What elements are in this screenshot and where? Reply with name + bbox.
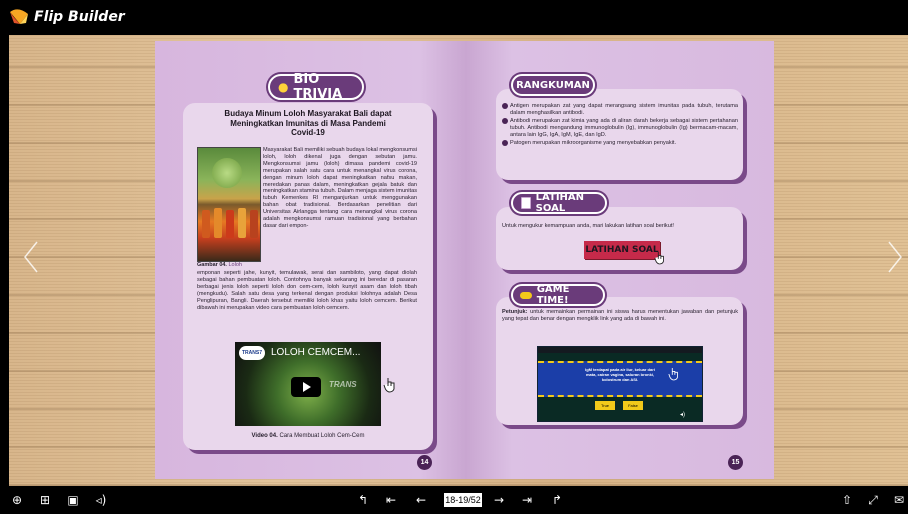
video-player[interactable]: TRANS7 LOLOH CEMCEM... TRANS (235, 342, 381, 426)
image-caption-label: Gambar 04. (197, 262, 227, 268)
bullet-3-icon (502, 139, 508, 146)
article-body-top: Masyarakat Bali memiliki sebuah budaya l… (263, 147, 417, 229)
game-true-label: True (600, 403, 610, 408)
game-false-label: False (628, 403, 638, 408)
video-caption: Video 04. Cara Membuat Loloh Cem-Cem (183, 433, 433, 439)
last-page-icon[interactable]: ⇥ (520, 493, 534, 507)
forward-icon[interactable]: ↱ (550, 493, 564, 507)
article-body-bottom: emponan seperti jahe, kunyit, temulawak,… (197, 270, 417, 311)
bullet-1-icon (502, 103, 508, 109)
game-title: GAME TIME! (536, 284, 570, 306)
gamepad-icon (520, 291, 532, 299)
summary-item: Patogen merupakan mikroorganisme yang me… (502, 139, 738, 147)
game-card: Petunjuk: untuk memainkan permainan ini … (496, 297, 743, 425)
video-caption-text: Cara Membuat Loloh Cem-Cem (279, 433, 365, 439)
quiz-text: Untuk mengukur kemampuan anda, mari laku… (502, 223, 674, 229)
quiz-heading: LATIHAN SOAL (511, 192, 607, 214)
previous-page-icon[interactable]: ← (414, 493, 428, 507)
channel-logo: TRANS7 (239, 346, 265, 360)
image-caption-text: Loloh (228, 262, 242, 268)
next-page-arrow-icon[interactable] (886, 240, 904, 274)
bullet-2-icon (502, 117, 508, 124)
bottom-toolbar: ⊕ ⊞ ▣ ◃) ↰ ⇤ ← 18-19/52 → ⇥ ↱ ⇧ ⤢ ✉ (0, 486, 908, 514)
video-caption-label: Video 04. (251, 433, 278, 439)
image-caption: Gambar 04. Loloh (197, 262, 261, 268)
summary-item: Antigen merupakan zat yang dapat merangs… (502, 103, 738, 117)
play-button[interactable] (291, 377, 321, 397)
share-icon[interactable]: ⇧ (840, 493, 854, 507)
page-number-right: 15 (728, 455, 743, 470)
quiz-card: Untuk mengukur kemampuan anda, mari laku… (496, 207, 743, 270)
game-question-text: IgM terdapat pada air liur, keluar dari … (585, 367, 655, 382)
trivia-card: Budaya Minum Loloh Masyarakat Bali dapat… (183, 103, 433, 450)
slideshow-icon[interactable]: ▣ (66, 493, 80, 507)
next-page-icon[interactable]: → (492, 493, 506, 507)
game-true-button[interactable]: True (595, 401, 615, 410)
previous-page-arrow-icon[interactable] (22, 240, 40, 274)
left-page: ● BIO TRIVIA Budaya Minum Loloh Masyarak… (155, 41, 466, 479)
summary-item-text: Antibodi merupakan zat kimia yang ada di… (510, 117, 738, 138)
clipboard-icon (521, 197, 531, 209)
fullscreen-icon[interactable]: ⤢ (866, 493, 880, 507)
first-page-icon[interactable]: ⇤ (384, 493, 398, 507)
hand-cursor-icon (668, 368, 678, 381)
game-false-button[interactable]: False (623, 401, 643, 410)
play-icon (303, 382, 311, 392)
back-icon[interactable]: ↰ (356, 493, 370, 507)
summary-heading: RANGKUMAN (511, 74, 595, 96)
email-icon[interactable]: ✉ (892, 493, 906, 507)
sound-icon[interactable]: ◂) (680, 411, 685, 418)
top-bar: Flip Builder (0, 0, 908, 35)
game-label: Petunjuk: (502, 309, 528, 315)
game-instructions: Petunjuk: untuk memainkan permainan ini … (502, 309, 738, 323)
game-preview[interactable]: IgM terdapat pada air liur, keluar dari … (537, 346, 703, 422)
loloh-image (197, 147, 261, 262)
latihan-soal-button[interactable]: LATIHAN SOAL (584, 241, 660, 259)
lightbulb-icon: ● (278, 80, 289, 94)
summary-list: Antigen merupakan zat yang dapat merangs… (502, 103, 738, 146)
flipbuilder-logo-icon (10, 9, 28, 24)
summary-item: Antibodi merupakan zat kimia yang ada di… (502, 117, 738, 139)
page-number-left: 14 (417, 455, 432, 470)
summary-title: RANGKUMAN (516, 79, 590, 91)
sound-icon[interactable]: ◃) (94, 493, 108, 507)
game-text: untuk memainkan permainan ini siswa haru… (502, 309, 739, 322)
hand-cursor-icon (383, 378, 395, 393)
zoom-icon[interactable]: ⊕ (10, 493, 24, 507)
bio-trivia-title: BIO TRIVIA (293, 72, 343, 102)
video-watermark: TRANS (329, 380, 357, 389)
right-page: Antigen merupakan zat yang dapat merangs… (466, 41, 774, 479)
summary-item-text: Antigen merupakan zat yang dapat merangs… (510, 103, 738, 116)
article-title: Budaya Minum Loloh Masyarakat Bali dapat… (224, 109, 392, 137)
summary-item-text: Patogen merupakan mikroorganisme yang me… (510, 139, 677, 146)
latihan-soal-button-label: LATIHAN SOAL (585, 245, 659, 255)
video-title: LOLOH CEMCEM... (271, 347, 361, 358)
quiz-title: LATIHAN SOAL (535, 192, 585, 214)
summary-card: Antigen merupakan zat yang dapat merangs… (496, 89, 743, 180)
hand-cursor-icon (654, 252, 664, 265)
thumbnails-icon[interactable]: ⊞ (38, 493, 52, 507)
app-title: Flip Builder (34, 9, 125, 25)
page-indicator[interactable]: 18-19/52 (444, 493, 482, 507)
bio-trivia-heading: ● BIO TRIVIA (268, 72, 364, 102)
game-heading: GAME TIME! (511, 284, 605, 306)
